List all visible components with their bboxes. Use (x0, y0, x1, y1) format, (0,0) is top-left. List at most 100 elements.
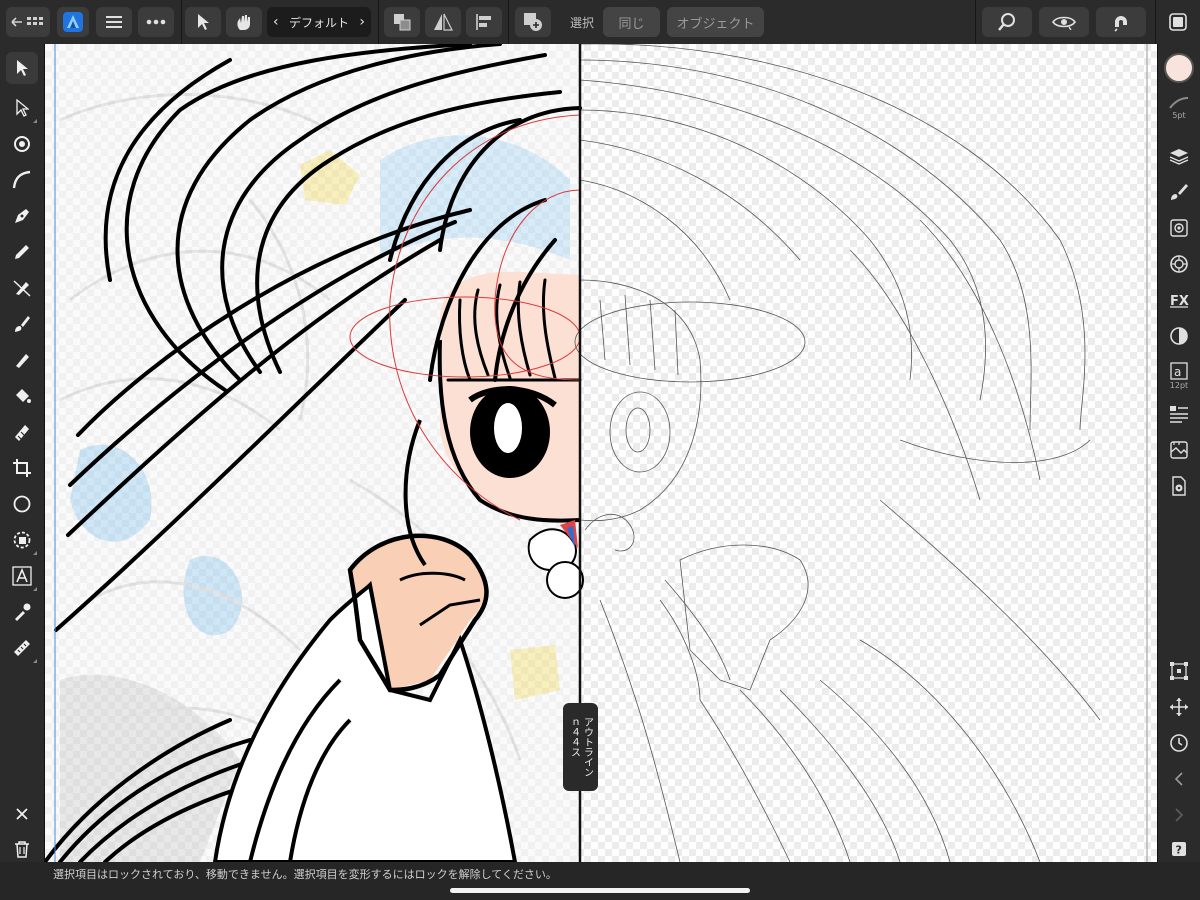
close-selection-button[interactable] (6, 798, 38, 830)
studio-toggle-icon (1169, 13, 1187, 31)
select-label: 選択 (569, 15, 594, 30)
swatches-studio[interactable] (1163, 212, 1195, 244)
hand-gesture-icon (237, 15, 250, 30)
color-studio[interactable] (1163, 248, 1195, 280)
pixel-erase-tool[interactable] (6, 272, 38, 304)
align-button[interactable] (466, 7, 502, 37)
paragraph-align-icon (1170, 406, 1188, 423)
transform-studio[interactable] (1163, 655, 1195, 687)
select-same-button[interactable]: 同じ (603, 7, 660, 37)
pointer-icon (198, 14, 209, 30)
paint-brush-tool[interactable] (6, 308, 38, 340)
appearance-studio[interactable] (1163, 320, 1195, 352)
preset-selector[interactable]: ‹ デフォルト › (267, 7, 371, 37)
trash-icon (15, 841, 29, 858)
text-studio[interactable]: a 12pt (1163, 356, 1195, 396)
studio-toggle-button[interactable] (1162, 7, 1194, 37)
move-arrows-icon (1170, 698, 1188, 716)
split-view-label-1: アウトライン (581, 717, 593, 777)
arrange-button[interactable] (384, 7, 420, 37)
document-gear-icon (1172, 476, 1186, 496)
svg-text:a: a (1174, 365, 1181, 379)
top-toolbar: ‹ デフォルト › 選択 同じ オブジェクト (0, 0, 1200, 45)
shape-icon (13, 531, 31, 549)
chevron-right-icon (1175, 808, 1184, 822)
align-studio[interactable] (1163, 398, 1195, 430)
pencil-icon (15, 245, 29, 259)
vector-brush-tool[interactable] (6, 236, 38, 268)
move-mode-button[interactable] (185, 7, 221, 37)
artistic-text-tool[interactable] (6, 560, 38, 592)
corner-tool[interactable] (6, 128, 38, 160)
fill-tool[interactable] (6, 380, 38, 412)
app-persona-button[interactable] (57, 7, 89, 37)
snapping-button[interactable] (1096, 7, 1146, 37)
more-button[interactable] (138, 7, 174, 37)
home-indicator[interactable] (450, 888, 750, 893)
eyedropper-tool[interactable] (6, 596, 38, 628)
status-bar: 選択項目はロックされており、移動できません。選択項目を変形するにはロックを解除し… (0, 862, 1200, 900)
fill-color-swatch (1164, 53, 1194, 83)
delete-x-icon (16, 808, 28, 820)
shape-tool[interactable] (6, 524, 38, 556)
pen-tool[interactable] (6, 200, 38, 232)
preset-label: デフォルト (288, 15, 349, 30)
text-size-label: 12pt (1169, 381, 1189, 390)
back-button[interactable] (6, 7, 50, 37)
split-view-handle[interactable]: アウトライン ｎ４４ス (563, 703, 598, 791)
layers-icon (1169, 149, 1189, 165)
menu-button[interactable] (96, 7, 132, 37)
color-swatch-button[interactable] (1163, 52, 1195, 84)
history-clock-icon (1170, 734, 1188, 752)
flip-icon (434, 13, 453, 31)
boolean-button[interactable] (515, 7, 551, 37)
node-tool[interactable] (6, 92, 38, 124)
svg-text:?: ? (1176, 844, 1182, 857)
corner-tool-icon (14, 136, 30, 152)
zoom-icon (998, 13, 1015, 31)
align-icon (476, 14, 491, 30)
stroke-curve-icon (1169, 97, 1189, 109)
brush-icon (1171, 184, 1188, 200)
brushes-studio[interactable] (1163, 176, 1195, 208)
pen-nib-icon (15, 209, 29, 223)
node-tool-icon (16, 99, 29, 117)
document-canvas[interactable]: アウトライン ｎ４４ス (45, 44, 1157, 862)
eyedropper-icon (15, 603, 31, 621)
undo-button[interactable] (1163, 763, 1195, 795)
select-object-button[interactable]: オブジェクト (667, 7, 764, 37)
stroke-width-button[interactable]: 5pt (1163, 88, 1195, 128)
help-button[interactable]: ? (1163, 833, 1195, 865)
split-view-label-2: ｎ４４ス (568, 717, 580, 757)
layers-studio[interactable] (1163, 140, 1195, 172)
paint-bucket-icon (16, 389, 31, 403)
delete-button[interactable] (6, 833, 38, 865)
history-studio[interactable] (1163, 727, 1195, 759)
arrange-icon (394, 14, 411, 31)
move-tool[interactable] (6, 52, 38, 84)
pencil-tool[interactable] (6, 164, 38, 196)
view-mode-button[interactable] (1039, 7, 1089, 37)
crop-icon (13, 459, 31, 477)
effects-studio[interactable]: FX (1163, 284, 1195, 316)
flip-button[interactable] (425, 7, 461, 37)
color-wheel-icon (1170, 255, 1188, 273)
assets-studio[interactable] (1163, 434, 1195, 466)
ellipse-tool[interactable] (6, 488, 38, 520)
appearance-icon (1170, 327, 1188, 345)
zoom-button[interactable] (982, 7, 1032, 37)
color-picker-tool[interactable] (6, 344, 38, 376)
navigator-studio[interactable] (1163, 691, 1195, 723)
redo-button[interactable] (1163, 799, 1195, 831)
affinity-designer-icon (63, 12, 83, 32)
preset-next-icon[interactable]: › (359, 14, 365, 30)
view-mode-icon (1052, 16, 1076, 30)
boolean-add-icon (524, 13, 542, 31)
measure-tool[interactable] (6, 632, 38, 664)
preset-prev-icon[interactable]: ‹ (273, 14, 279, 30)
gesture-mode-button[interactable] (226, 7, 262, 37)
crop-tool[interactable] (6, 452, 38, 484)
fill-brush-icon (16, 354, 29, 368)
document-settings[interactable] (1163, 470, 1195, 502)
transparency-tool[interactable] (6, 416, 38, 448)
